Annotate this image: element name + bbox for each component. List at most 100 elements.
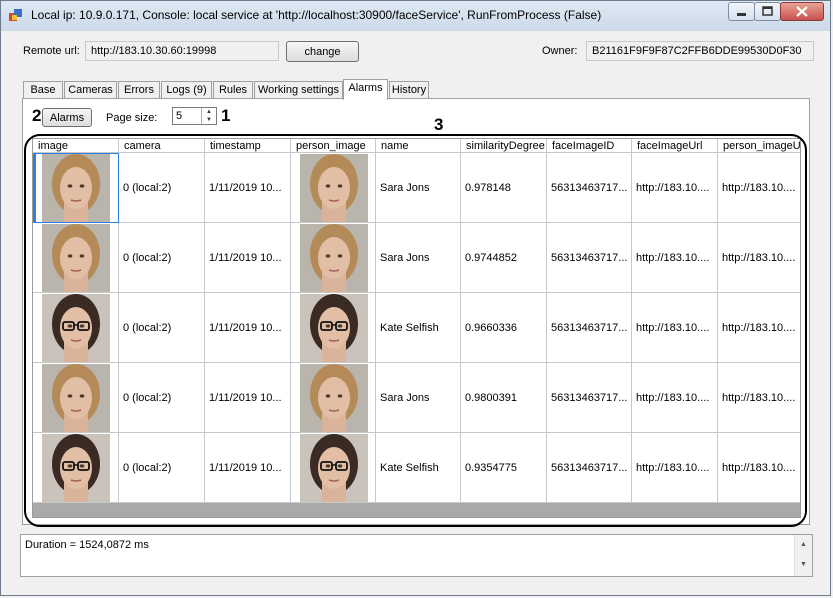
cell-image[interactable]	[33, 293, 119, 363]
cell-face-image-url[interactable]: http://183.10....	[632, 153, 718, 223]
cell-image[interactable]	[33, 223, 119, 293]
cell-camera[interactable]: 0 (local:2)	[119, 433, 205, 503]
scroll-down-icon[interactable]: ▼	[795, 555, 812, 575]
cell-face-image-id[interactable]: 56313463717...	[547, 433, 632, 503]
grid-header: image camera timestamp person_image name…	[33, 139, 800, 153]
maximize-button[interactable]	[754, 2, 781, 21]
tab-alarms[interactable]: Alarms	[343, 79, 388, 100]
log-text: Duration = 1524,0872 ms	[25, 539, 149, 551]
cell-image[interactable]	[33, 363, 119, 433]
cell-camera[interactable]: 0 (local:2)	[119, 153, 205, 223]
cell-similarity[interactable]: 0.9660336	[461, 293, 547, 363]
column-header-person-image-url[interactable]: person_imageUrl	[718, 139, 800, 153]
table-row[interactable]: 0 (local:2) 1/11/2019 10... Sara Jons 0.974…	[33, 223, 800, 293]
spin-up-icon[interactable]: ▲	[202, 108, 216, 116]
table-row[interactable]: 0 (local:2) 1/11/2019 10... Kate Selfish 0.…	[33, 433, 800, 503]
column-header-image[interactable]: image	[33, 139, 119, 153]
tab-history[interactable]: History	[389, 81, 429, 99]
owner-label: Owner:	[542, 45, 578, 57]
tab-working-settings[interactable]: Working settings	[254, 81, 343, 99]
log-box[interactable]: Duration = 1524,0872 ms ▲ ▼	[20, 534, 813, 577]
face-photo-blonde	[300, 154, 368, 222]
face-photo-blonde	[300, 364, 368, 432]
page-size-stepper[interactable]: 5 ▲ ▼	[172, 107, 217, 125]
cell-camera[interactable]: 0 (local:2)	[119, 363, 205, 433]
table-row[interactable]: 0 (local:2) 1/11/2019 10... Sara Jons 0.980…	[33, 363, 800, 433]
spin-down-icon[interactable]: ▼	[202, 116, 216, 124]
cell-person-image[interactable]	[291, 363, 376, 433]
cell-face-image-url[interactable]: http://183.10....	[632, 223, 718, 293]
cell-person-image-url[interactable]: http://183.10....	[718, 433, 800, 503]
cell-name[interactable]: Kate Selfish	[376, 433, 461, 503]
table-row[interactable]: 0 (local:2) 1/11/2019 10... Sara Jons 0.978…	[33, 153, 800, 223]
column-header-name[interactable]: name	[376, 139, 461, 153]
tab-logs[interactable]: Logs (9)	[161, 81, 212, 99]
annotation-1: 1	[221, 106, 231, 125]
minimize-icon	[737, 13, 746, 16]
annotation-3: 3	[434, 115, 444, 134]
app-icon	[9, 9, 22, 21]
close-button[interactable]	[780, 2, 824, 21]
cell-face-image-id[interactable]: 56313463717...	[547, 153, 632, 223]
cell-camera[interactable]: 0 (local:2)	[119, 223, 205, 293]
title-bar[interactable]: Local ip: 10.9.0.171, Console: local ser…	[1, 1, 830, 31]
table-row[interactable]: 0 (local:2) 1/11/2019 10... Kate Selfish 0.…	[33, 293, 800, 363]
cell-similarity[interactable]: 0.978148	[461, 153, 547, 223]
column-header-timestamp[interactable]: timestamp	[205, 139, 291, 153]
minimize-button[interactable]	[728, 2, 755, 21]
tab-rules[interactable]: Rules	[213, 81, 253, 99]
cell-similarity[interactable]: 0.9800391	[461, 363, 547, 433]
remote-url-field[interactable]: http://183.10.30.60:19998	[85, 41, 279, 61]
log-scrollbar[interactable]: ▲ ▼	[794, 535, 812, 576]
column-header-face-image-id[interactable]: faceImageID	[547, 139, 632, 153]
cell-person-image[interactable]	[291, 433, 376, 503]
cell-name[interactable]: Kate Selfish	[376, 293, 461, 363]
cell-person-image[interactable]	[291, 223, 376, 293]
page-size-value: 5	[176, 110, 183, 122]
cell-timestamp[interactable]: 1/11/2019 10...	[205, 433, 291, 503]
cell-person-image[interactable]	[291, 153, 376, 223]
cell-image[interactable]	[33, 433, 119, 503]
window-title: Local ip: 10.9.0.171, Console: local ser…	[31, 8, 602, 22]
cell-name[interactable]: Sara Jons	[376, 153, 461, 223]
column-header-similarity-degree[interactable]: similarityDegree	[461, 139, 547, 153]
cell-face-image-url[interactable]: http://183.10....	[632, 363, 718, 433]
main-window: Local ip: 10.9.0.171, Console: local ser…	[0, 0, 831, 596]
cell-face-image-id[interactable]: 56313463717...	[547, 223, 632, 293]
cell-person-image-url[interactable]: http://183.10....	[718, 363, 800, 433]
alarms-button[interactable]: Alarms	[42, 108, 92, 127]
cell-face-image-id[interactable]: 56313463717...	[547, 363, 632, 433]
cell-camera[interactable]: 0 (local:2)	[119, 293, 205, 363]
cell-name[interactable]: Sara Jons	[376, 363, 461, 433]
cell-timestamp[interactable]: 1/11/2019 10...	[205, 153, 291, 223]
maximize-icon	[762, 6, 773, 16]
owner-field[interactable]: B21161F9F9F87C2FFB6DDE99530D0F30	[586, 41, 814, 61]
cell-timestamp[interactable]: 1/11/2019 10...	[205, 293, 291, 363]
scroll-up-icon[interactable]: ▲	[795, 535, 812, 555]
cell-timestamp[interactable]: 1/11/2019 10...	[205, 223, 291, 293]
cell-person-image[interactable]	[291, 293, 376, 363]
cell-similarity[interactable]: 0.9744852	[461, 223, 547, 293]
face-photo-glasses	[300, 294, 368, 362]
column-header-face-image-url[interactable]: faceImageUrl	[632, 139, 718, 153]
cell-person-image-url[interactable]: http://183.10....	[718, 293, 800, 363]
cell-person-image-url[interactable]: http://183.10....	[718, 153, 800, 223]
tab-base[interactable]: Base	[23, 81, 63, 99]
close-icon	[796, 6, 808, 17]
alarms-grid[interactable]: image camera timestamp person_image name…	[32, 138, 801, 518]
cell-similarity[interactable]: 0.9354775	[461, 433, 547, 503]
face-photo-glasses	[300, 434, 368, 502]
cell-face-image-id[interactable]: 56313463717...	[547, 293, 632, 363]
annotation-2: 2	[32, 106, 42, 125]
column-header-camera[interactable]: camera	[119, 139, 205, 153]
cell-person-image-url[interactable]: http://183.10....	[718, 223, 800, 293]
face-photo-glasses	[42, 294, 110, 362]
tab-errors[interactable]: Errors	[118, 81, 160, 99]
cell-timestamp[interactable]: 1/11/2019 10...	[205, 363, 291, 433]
cell-name[interactable]: Sara Jons	[376, 223, 461, 293]
tab-cameras[interactable]: Cameras	[64, 81, 117, 99]
change-button[interactable]: change	[286, 41, 359, 62]
cell-face-image-url[interactable]: http://183.10....	[632, 433, 718, 503]
column-header-person-image[interactable]: person_image	[291, 139, 376, 153]
cell-face-image-url[interactable]: http://183.10....	[632, 293, 718, 363]
